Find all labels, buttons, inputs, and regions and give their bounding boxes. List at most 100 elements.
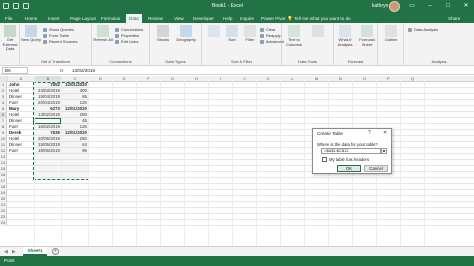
excel-window: Book1 - Excel kathryn ▭ – □ ✕ File Home …	[0, 0, 474, 266]
geography-button[interactable]: Geography	[176, 25, 196, 43]
scroll-right-icon[interactable]: ▶	[12, 249, 16, 255]
tab-review[interactable]: Review	[145, 14, 166, 23]
query-icon	[25, 25, 37, 37]
column-gridline	[136, 76, 137, 246]
tab-insert[interactable]: Insert	[45, 14, 63, 23]
name-box[interactable]: B6	[2, 67, 28, 74]
status-bar: Point	[0, 256, 474, 266]
recent-sources-button[interactable]: Recent Sources	[43, 39, 77, 44]
user-name[interactable]: kathryn	[372, 3, 388, 9]
scroll-left-icon[interactable]: ◀	[4, 249, 8, 255]
group-label-data-types: Data Types	[165, 59, 186, 64]
fx-icon[interactable]: fx	[60, 67, 64, 74]
tell-me-box[interactable]: 💡 Tell me what you want to do	[287, 14, 351, 23]
table-range-input[interactable]: =$A$1:$C$12	[321, 148, 381, 154]
stocks-icon	[157, 25, 169, 37]
window-controls: ▭ – □ ✕	[408, 2, 470, 10]
column-gridline	[184, 76, 185, 246]
edit-links-button[interactable]: Edit Links	[115, 39, 138, 44]
active-cell[interactable]	[33, 118, 61, 124]
cancel-button[interactable]: Cancel	[364, 165, 388, 172]
ribbon-display-icon[interactable]: ▭	[408, 2, 416, 10]
globe-icon	[180, 25, 192, 37]
group-forecast: What-If Analysis Forecast Sheet Forecast	[334, 23, 378, 65]
column-gridline	[88, 76, 89, 246]
refresh-icon	[97, 25, 109, 37]
sort-label: Sort	[228, 37, 236, 42]
sort-az-button[interactable]	[204, 25, 224, 38]
cell-c24[interactable]	[61, 220, 88, 226]
tab-view[interactable]: View	[171, 14, 187, 23]
outline-label: Outline	[384, 37, 398, 42]
close-icon[interactable]: ✕	[462, 2, 470, 10]
new-query-label: New Query	[21, 37, 42, 42]
tab-home[interactable]: Home	[22, 14, 40, 23]
outline-button[interactable]: Outline	[381, 25, 401, 43]
column-gridline	[34, 76, 35, 246]
data-tools-extra-button[interactable]	[308, 25, 328, 38]
table-row: 24	[0, 220, 474, 226]
group-label-get-transform: Get & Transform	[40, 59, 71, 64]
cell-b24[interactable]	[34, 220, 61, 226]
advanced-button[interactable]: Advanced	[260, 39, 284, 44]
sheet-tab-sheet1[interactable]: Sheet1	[23, 247, 47, 256]
close-icon[interactable]: ✕	[383, 130, 387, 136]
clear-button[interactable]: Clear	[260, 27, 276, 32]
help-icon[interactable]: ?	[368, 130, 371, 136]
connections-button[interactable]: Connections	[115, 27, 143, 32]
tab-help[interactable]: Help	[220, 14, 235, 23]
avatar[interactable]	[389, 1, 400, 12]
cell-a24[interactable]	[8, 220, 34, 226]
dialog-title: Create Table	[317, 131, 343, 136]
sort-button[interactable]: Sort	[222, 25, 242, 43]
tab-formulas[interactable]: Formulas	[98, 14, 123, 23]
new-query-button[interactable]: New Query	[21, 25, 41, 43]
tell-me-label: Tell me what you want to do	[293, 16, 351, 21]
save-icon[interactable]	[3, 3, 9, 9]
stocks-button[interactable]: Stocks	[153, 25, 173, 43]
text-to-columns-button[interactable]: Text to Columns	[284, 25, 304, 47]
worksheet-grid[interactable]: ABCDEFGHIJKLMNOPQ 1 John 7652 12/01/2020 2 Ho…	[0, 76, 474, 246]
column-gridline	[160, 76, 161, 246]
group-connections: Refresh All Connections Properties Edit …	[92, 23, 150, 65]
formula-input[interactable]: 13/02/2019	[72, 67, 470, 74]
forecast-sheet-button[interactable]: Forecast Sheet	[357, 25, 377, 47]
tab-file[interactable]: File	[2, 14, 15, 23]
outline-icon	[385, 25, 397, 37]
add-sheet-icon[interactable]: +	[52, 248, 59, 255]
minimize-icon[interactable]: –	[426, 2, 434, 10]
filter-button[interactable]: Filter	[240, 25, 260, 43]
tab-inquire[interactable]: Inquire	[237, 14, 257, 23]
text-to-columns-icon	[288, 25, 300, 37]
what-if-button[interactable]: What-If Analysis	[335, 25, 355, 47]
properties-button[interactable]: Properties	[115, 33, 139, 38]
tab-developer[interactable]: Developer	[190, 14, 217, 23]
row-header[interactable]: 24	[0, 220, 7, 226]
has-headers-checkbox[interactable]	[322, 157, 327, 162]
show-queries-button[interactable]: Show Queries	[43, 27, 74, 32]
tab-data[interactable]: Data	[126, 14, 142, 23]
geography-label: Geography	[176, 37, 196, 42]
get-external-data-button[interactable]: Get External Data	[0, 25, 20, 52]
filter-label: Filter	[245, 37, 255, 42]
redo-icon[interactable]	[23, 3, 29, 9]
group-outline: Outline	[378, 23, 404, 65]
refresh-all-label: Refresh All	[93, 37, 113, 42]
forecast-sheet-label: Forecast Sheet	[359, 37, 375, 47]
ok-button[interactable]: OK	[337, 165, 361, 172]
data-analysis-button[interactable]: Data Analysis	[408, 27, 438, 32]
share-button[interactable]: Share	[448, 14, 460, 23]
undo-icon[interactable]	[13, 3, 19, 9]
has-headers-label[interactable]: My table has headers	[329, 157, 369, 162]
tab-power-pivot[interactable]: Power Pivot	[258, 14, 289, 23]
column-gridline	[304, 76, 305, 246]
refresh-all-button[interactable]: Refresh All	[93, 25, 113, 43]
tab-page-layout[interactable]: Page Layout	[67, 14, 99, 23]
group-data-types: Stocks Geography Data Types	[150, 23, 202, 65]
maximize-icon[interactable]: □	[444, 2, 452, 10]
column-gridline	[232, 76, 233, 246]
reapply-button[interactable]: Reapply	[260, 33, 281, 38]
collapse-dialog-icon[interactable]	[381, 148, 387, 154]
group-label-forecast: Forecast	[347, 59, 364, 64]
from-table-button[interactable]: From Table	[43, 33, 69, 38]
